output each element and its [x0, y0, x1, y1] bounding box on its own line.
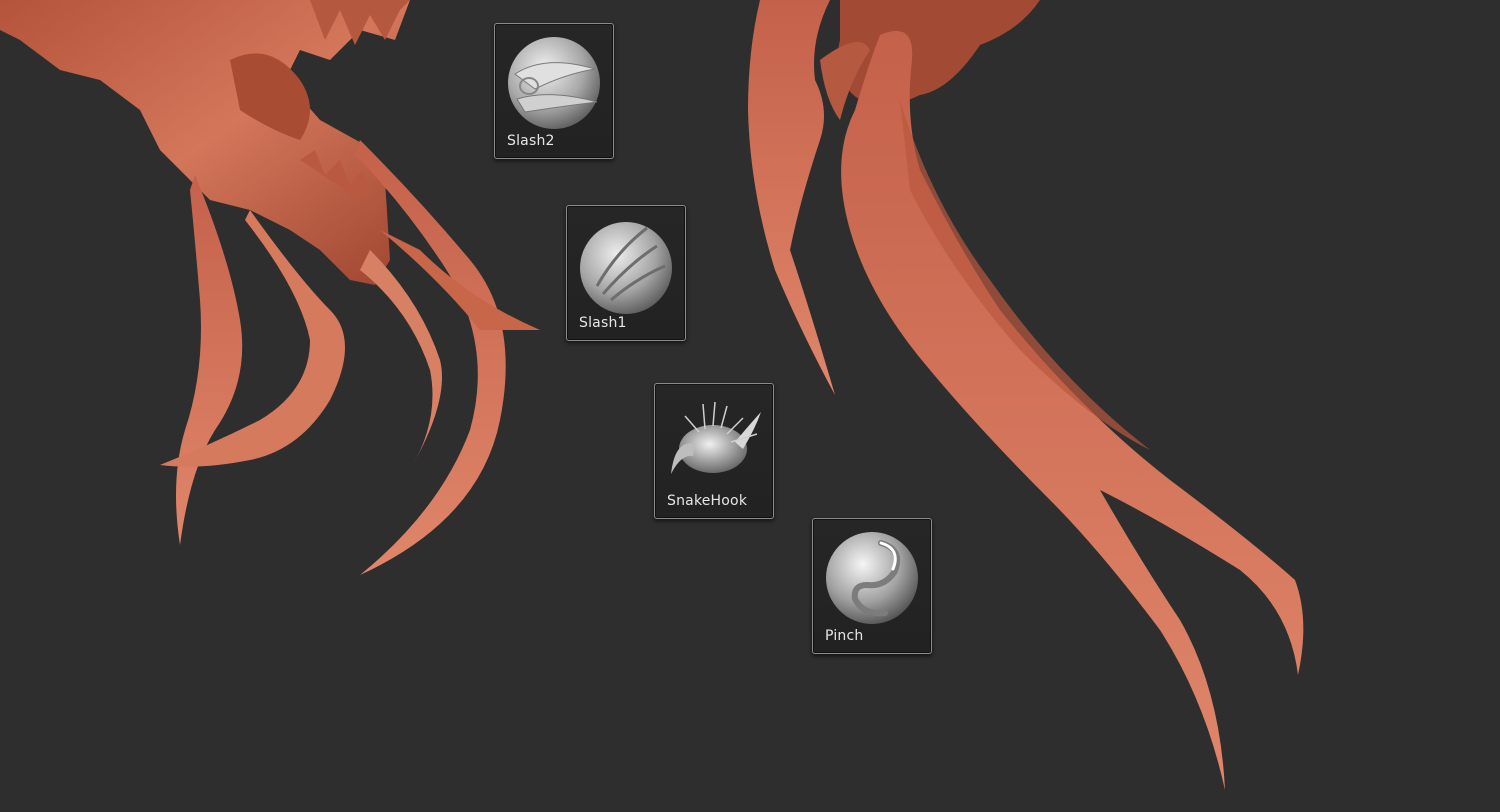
right-creature-tentacles: [748, 0, 1304, 790]
brush-tile-snakehook[interactable]: SnakeHook: [654, 383, 774, 519]
brush-tile-slash1[interactable]: Slash1: [566, 205, 686, 341]
left-creature-head: [0, 0, 540, 575]
pinch-brush-icon: [826, 532, 918, 624]
brush-label: Slash1: [579, 315, 627, 331]
slash2-brush-icon: [508, 37, 600, 129]
brush-label: Slash2: [507, 133, 555, 149]
brush-label: SnakeHook: [667, 493, 748, 509]
brush-tile-pinch[interactable]: Pinch: [812, 518, 932, 654]
snakehook-brush-icon: [671, 401, 761, 474]
sculpt-viewport[interactable]: Slash2 Slash1 SnakeHook Pinch: [0, 0, 1500, 812]
brush-label: Pinch: [825, 628, 864, 644]
slash1-brush-icon: [580, 222, 672, 314]
brush-tile-slash2[interactable]: Slash2: [494, 23, 614, 159]
